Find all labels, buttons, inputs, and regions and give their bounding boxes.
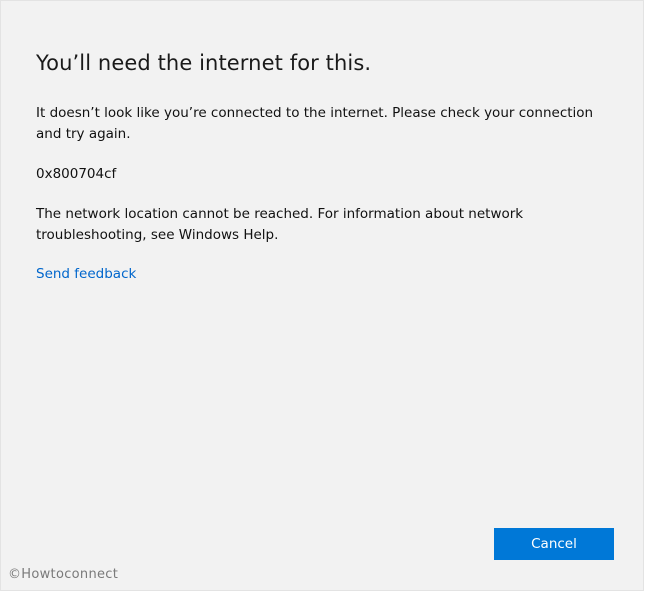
watermark-text: ©Howtoconnect (8, 567, 119, 582)
cancel-button[interactable]: Cancel (494, 528, 614, 560)
error-details: The network location cannot be reached. … (36, 206, 524, 243)
error-code: 0x800704cf (36, 166, 117, 182)
send-feedback-link[interactable]: Send feedback (36, 264, 136, 285)
connection-message: It doesn’t look like you’re connected to… (36, 105, 594, 142)
dialog-title: You’ll need the internet for this. (36, 51, 372, 75)
error-dialog: You’ll need the internet for this. It do… (0, 0, 644, 591)
